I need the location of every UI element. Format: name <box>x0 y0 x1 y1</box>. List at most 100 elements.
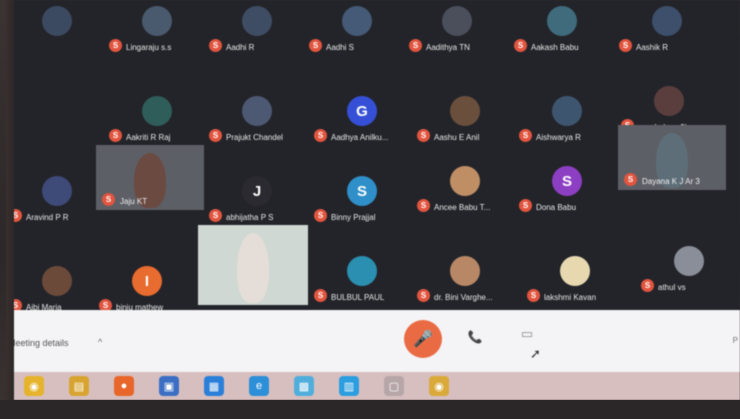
participant-tile[interactable]: S BULBUL PAUL <box>311 250 414 310</box>
participant-avatar <box>42 6 72 36</box>
participant-name: Aashu E Anil <box>434 133 480 142</box>
participant-tile[interactable]: S Aakriti R Raj <box>106 90 209 150</box>
participant-name: Aakash Babu <box>531 43 579 52</box>
participant-tile[interactable]: S Aashu E Anil <box>414 90 517 150</box>
participant-name: athul vs <box>658 283 686 292</box>
participant-name: dr. Bini Varghe... <box>434 293 493 302</box>
app-blue-icon[interactable]: ▦ <box>204 376 224 396</box>
participant-tile[interactable]: Slakshmi Kavan <box>524 250 627 310</box>
participant-name: Prajukt Chandel <box>226 133 283 142</box>
muted-mic-icon: S <box>527 289 540 302</box>
participant-name: Aashik R <box>636 43 669 52</box>
hangup-button[interactable]: 📞 <box>462 330 488 348</box>
muted-mic-icon: S <box>209 129 222 142</box>
participant-tile[interactable]: S Jaju KT <box>96 145 204 210</box>
participant-name: abhijatha P S <box>226 213 274 222</box>
muted-mic-icon: S <box>619 39 632 52</box>
participant-avatar <box>674 246 704 276</box>
participant-tile[interactable]: G S Aadhya Anilku... <box>311 90 414 150</box>
participant-tile[interactable]: S Aadhi S <box>306 0 409 60</box>
participant-name: Aadhi R <box>226 43 255 52</box>
participant-name: Aadhya Anilku... <box>331 133 389 142</box>
participant-tile[interactable]: Sdr. Bini Varghe... <box>414 250 517 310</box>
participant-avatar: S <box>347 176 377 206</box>
participant-tile[interactable]: S Prajukt Chandel <box>206 90 309 150</box>
participant-name: Lingaraju s.s <box>126 43 172 52</box>
participant-tile[interactable]: S S Dona Babu <box>516 160 619 220</box>
muted-mic-icon: S <box>209 39 222 52</box>
participant-avatar: G <box>347 96 377 126</box>
participant-tile[interactable] <box>6 0 109 60</box>
participant-avatar <box>42 176 72 206</box>
participant-name: Aakriti R Raj <box>126 133 171 142</box>
muted-mic-icon: S <box>519 129 532 142</box>
muted-mic-icon: S <box>102 193 115 206</box>
right-edge-label: P <box>732 336 738 345</box>
muted-mic-icon: S <box>409 39 422 52</box>
meeting-control-bar: Meeting details ^ 🎤 📞 ▭ ➚ P <box>6 310 740 372</box>
photos-icon[interactable]: ▩ <box>294 376 314 396</box>
muted-mic-icon: S <box>314 289 327 302</box>
camera-button[interactable]: ▭ <box>514 326 540 344</box>
participant-avatar <box>654 86 684 116</box>
participant-tile[interactable]: S Aishwarya R <box>516 90 619 150</box>
participant-tile[interactable]: J Sabhijatha P S <box>206 170 309 230</box>
muted-mic-icon: S <box>209 209 222 222</box>
meeting-details-link[interactable]: Meeting details <box>8 338 69 348</box>
chrome-active-icon[interactable]: ◉ <box>429 376 449 396</box>
firefox-icon[interactable]: ● <box>114 376 134 396</box>
hangup-icon: 📞 <box>467 330 483 344</box>
participant-avatar <box>552 96 582 126</box>
participant-tile[interactable]: S Dayana K J Ar 3 <box>618 125 726 190</box>
edge-icon[interactable]: e <box>249 376 269 396</box>
muted-mic-icon: S <box>417 199 430 212</box>
muted-mic-icon: S <box>314 209 327 222</box>
photo-left-edge <box>6 0 14 400</box>
participant-avatar <box>442 6 472 36</box>
participant-avatar: S <box>552 166 582 196</box>
muted-mic-icon: S <box>417 289 430 302</box>
file-explorer-icon[interactable]: ▤ <box>69 376 89 396</box>
participant-tile[interactable]: S Ancee Babu T... <box>414 160 517 220</box>
participant-name: Aravind P R <box>26 213 69 222</box>
participant-avatar <box>450 96 480 126</box>
participant-avatar <box>347 256 377 286</box>
participant-avatar <box>560 256 590 286</box>
participant-tile[interactable]: S Lingaraju s.s <box>106 0 209 60</box>
muted-mic-icon: S <box>314 129 327 142</box>
participant-avatar <box>142 96 172 126</box>
laptop-bezel <box>0 400 740 419</box>
participant-name: Aishwarya R <box>536 133 581 142</box>
mic-icon: 🎤 <box>413 331 433 348</box>
participant-tile[interactable]: S Aravind P R <box>6 170 109 230</box>
participant-name: Binny Prajjal <box>331 213 376 222</box>
muted-mic-icon: S <box>519 199 532 212</box>
participant-video-person <box>237 233 269 303</box>
participant-name: Aadhi S <box>326 43 355 52</box>
participant-tile[interactable]: S Aakash Babu <box>511 0 614 60</box>
participant-tile[interactable]: S Aashik R <box>616 0 719 60</box>
participant-name: Dona Babu <box>536 203 577 212</box>
participant-tile[interactable]: Sathul vs <box>638 240 740 300</box>
photo-frame: S Lingaraju s.s S Aadhi R S Aadhi S S Aadithya … <box>0 0 740 419</box>
store-icon[interactable]: ▥ <box>339 376 359 396</box>
participant-tile[interactable]: S Aadhi R <box>206 0 309 60</box>
chrome-icon[interactable]: ◉ <box>24 376 44 396</box>
mic-button[interactable]: 🎤 <box>404 320 442 358</box>
participant-name: Dayana K J Ar 3 <box>642 177 700 186</box>
window-icon[interactable]: ▣ <box>159 376 179 396</box>
participant-tile[interactable] <box>198 225 308 305</box>
participant-tile[interactable]: S S Binny Prajjal <box>311 170 414 230</box>
participant-tile[interactable]: S Aadithya TN <box>406 0 509 60</box>
muted-mic-icon: S <box>417 129 430 142</box>
participant-name: Aadithya TN <box>426 43 470 52</box>
participant-avatar <box>42 266 72 296</box>
chevron-up-icon[interactable]: ^ <box>98 337 102 347</box>
mouse-cursor: ➚ <box>530 346 541 361</box>
active-window-icon[interactable]: ▢ <box>384 376 404 396</box>
muted-mic-icon: S <box>309 39 322 52</box>
participant-name: Ancee Babu T... <box>434 203 491 212</box>
participant-avatar <box>652 6 682 36</box>
participant-name: lakshmi Kavan <box>544 293 597 302</box>
participant-grid: S Lingaraju s.s S Aadhi R S Aadhi S S Aadithya … <box>6 0 740 312</box>
